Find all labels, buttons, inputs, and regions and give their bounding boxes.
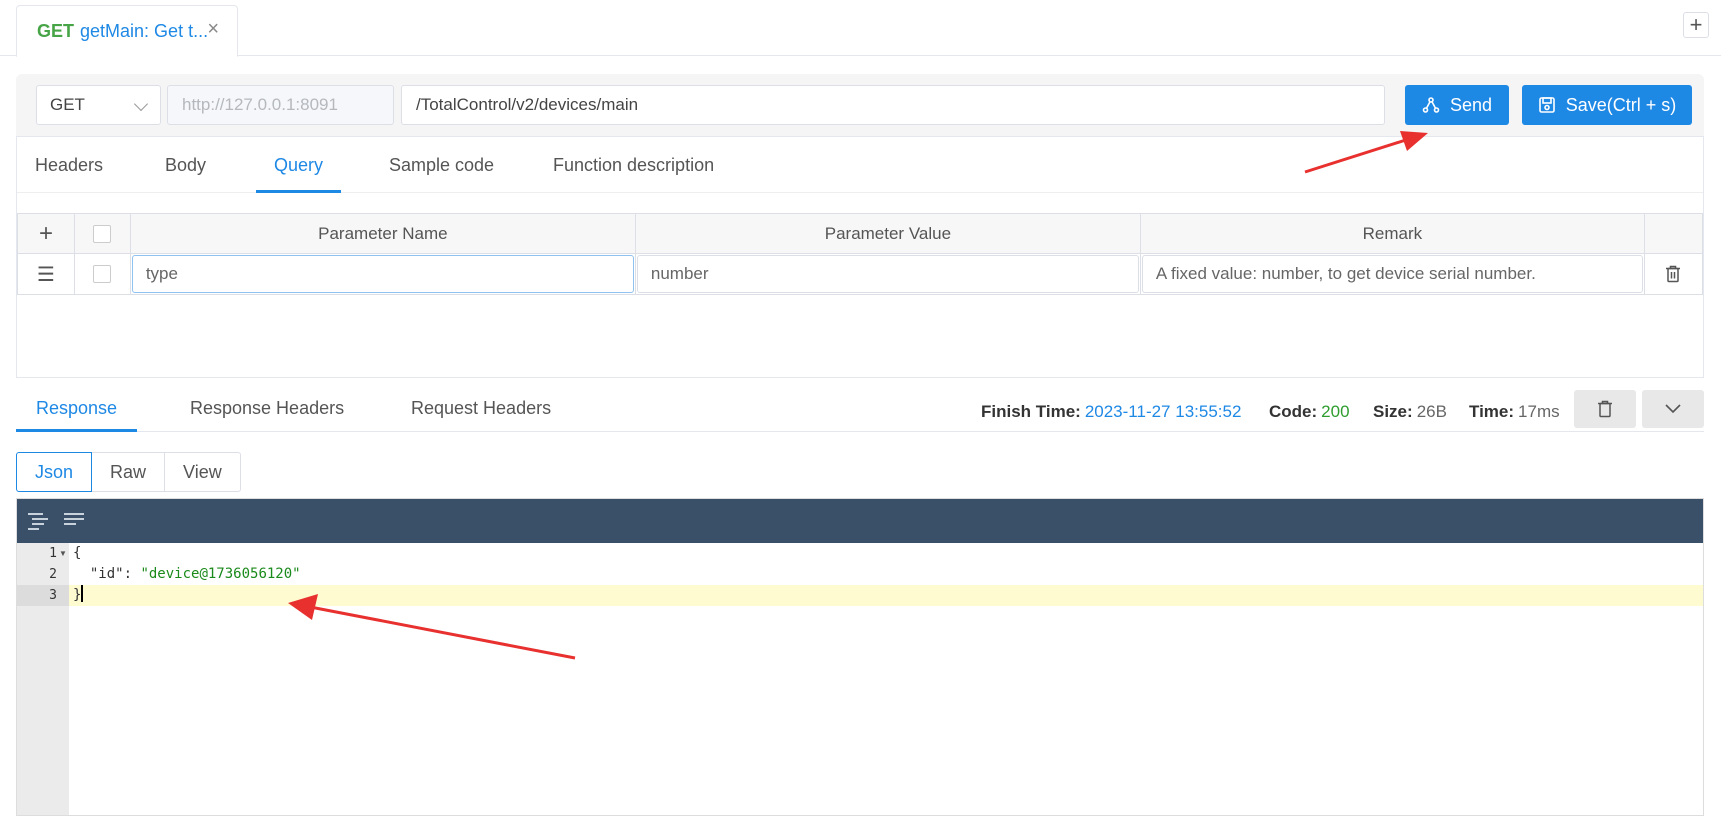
- param-remark-input[interactable]: A fixed value: number, to get device ser…: [1141, 255, 1643, 293]
- param-name-input[interactable]: type: [131, 255, 634, 293]
- compact-icon[interactable]: [63, 512, 85, 530]
- row-checkbox[interactable]: [93, 265, 112, 283]
- column-header-value: Parameter Value: [634, 213, 1141, 254]
- path-input[interactable]: [401, 85, 1385, 125]
- column-header-actions: [1643, 213, 1704, 254]
- json-editor: 1 ▼ 2 3 { "id": "device@1736056120" }: [16, 498, 1704, 816]
- tab-sample-code[interactable]: Sample code: [389, 137, 494, 193]
- select-all-cell: [73, 213, 131, 254]
- response-view-toggle: Json Raw View: [16, 452, 241, 492]
- send-button-label: Send: [1449, 94, 1493, 115]
- json-key: "id": [89, 566, 124, 582]
- format-icon[interactable]: [27, 512, 49, 530]
- status-code-value: 200: [1321, 402, 1350, 421]
- line-number: 2: [49, 567, 57, 582]
- status-code-label: Code:: [1269, 402, 1318, 421]
- response-time-label: Time:: [1469, 402, 1515, 421]
- code-line: {: [69, 543, 1703, 564]
- trash-icon[interactable]: [1665, 265, 1681, 283]
- drag-handle-cell[interactable]: ☰: [17, 253, 75, 295]
- json-value: "device@1736056120": [140, 566, 301, 582]
- request-tab-strip: GET getMain: Get t... × +: [0, 0, 1721, 57]
- method-select[interactable]: GET: [36, 85, 161, 125]
- tab-request-headers[interactable]: Request Headers: [411, 386, 551, 432]
- text-cursor: [81, 585, 84, 602]
- response-time: Time: 17ms: [1469, 386, 1560, 432]
- save-icon: [1538, 97, 1555, 113]
- view-json[interactable]: Json: [16, 452, 93, 492]
- json-colon: :: [123, 566, 141, 582]
- fold-toggle-icon[interactable]: ▼: [59, 543, 67, 564]
- tab-function-description[interactable]: Function description: [553, 137, 714, 193]
- param-remark-cell: A fixed value: number, to get device ser…: [1139, 253, 1645, 295]
- table-header-row: + Parameter Name Parameter Value Remark: [17, 213, 1704, 254]
- response-size-label: Size:: [1373, 402, 1413, 421]
- add-param-cell[interactable]: +: [17, 213, 75, 254]
- response-size: Size: 26B: [1373, 386, 1447, 432]
- table-row: ☰ type number A fixed value: number, to …: [17, 253, 1704, 295]
- finish-time: Finish Time: 2023-11-27 13:55:52: [981, 386, 1241, 432]
- request-tab-getmain[interactable]: GET getMain: Get t... ×: [16, 5, 238, 57]
- row-checkbox-cell: [73, 253, 131, 295]
- response-tabs: Response Response Headers Request Header…: [16, 386, 1704, 432]
- save-button-label: Save(Ctrl + s): [1565, 94, 1677, 115]
- url-bar: GET Send Save(Ctrl + s): [16, 74, 1704, 136]
- editor-toolbar: [17, 499, 1703, 543]
- param-value-cell: number: [634, 253, 1141, 295]
- brace-close: }: [73, 587, 82, 603]
- tab-response[interactable]: Response: [16, 386, 138, 432]
- code-line: "id": "device@1736056120": [69, 564, 1703, 585]
- tab-query[interactable]: Query: [256, 137, 342, 193]
- tab-response-headers[interactable]: Response Headers: [190, 386, 344, 432]
- line-number: 1: [49, 546, 57, 561]
- finish-time-label: Finish Time:: [981, 402, 1081, 421]
- drag-handle-icon[interactable]: ☰: [37, 262, 55, 287]
- line-number: 3: [49, 588, 57, 603]
- view-view[interactable]: View: [164, 452, 241, 492]
- send-icon: [1422, 97, 1440, 113]
- send-button[interactable]: Send: [1405, 85, 1509, 125]
- tab-headers[interactable]: Headers: [35, 137, 103, 193]
- column-header-name: Parameter Name: [129, 213, 636, 254]
- plus-icon: +: [1689, 12, 1703, 37]
- host-input[interactable]: [167, 85, 394, 125]
- chevron-down-icon: [1665, 404, 1681, 414]
- tab-body[interactable]: Body: [165, 137, 206, 193]
- request-panel: Headers Body Query Sample code Function …: [16, 136, 1704, 378]
- status-code: Code: 200: [1269, 386, 1350, 432]
- row-actions-cell: [1643, 253, 1704, 295]
- finish-time-value: 2023-11-27 13:55:52: [1084, 402, 1242, 421]
- tab-title: getMain: Get t...: [80, 20, 209, 41]
- editor-body[interactable]: 1 ▼ 2 3 { "id": "device@1736056120" }: [17, 543, 1703, 815]
- param-value-input[interactable]: number: [636, 255, 1139, 293]
- brace-open: {: [73, 545, 82, 561]
- close-icon[interactable]: ×: [207, 18, 219, 41]
- tab-method: GET: [37, 20, 75, 41]
- query-params-table: + Parameter Name Parameter Value Remark …: [17, 213, 1704, 295]
- plus-icon[interactable]: +: [39, 220, 53, 247]
- response-time-value: 17ms: [1518, 402, 1560, 421]
- view-raw[interactable]: Raw: [91, 452, 166, 492]
- trash-icon: [1598, 400, 1612, 418]
- save-button[interactable]: Save(Ctrl + s): [1522, 85, 1692, 125]
- chevron-down-icon: [133, 96, 149, 112]
- method-select-value: GET: [50, 95, 85, 114]
- response-size-value: 26B: [1416, 402, 1447, 421]
- select-all-checkbox[interactable]: [93, 224, 112, 243]
- code-line-active: }: [69, 585, 1703, 606]
- param-name-cell: type: [129, 253, 636, 295]
- column-header-remark: Remark: [1139, 213, 1645, 254]
- request-tabs: Headers Body Query Sample code Function …: [17, 137, 1703, 193]
- collapse-response-button[interactable]: [1642, 390, 1704, 428]
- clear-response-button[interactable]: [1574, 390, 1636, 428]
- add-tab-button[interactable]: +: [1683, 12, 1709, 38]
